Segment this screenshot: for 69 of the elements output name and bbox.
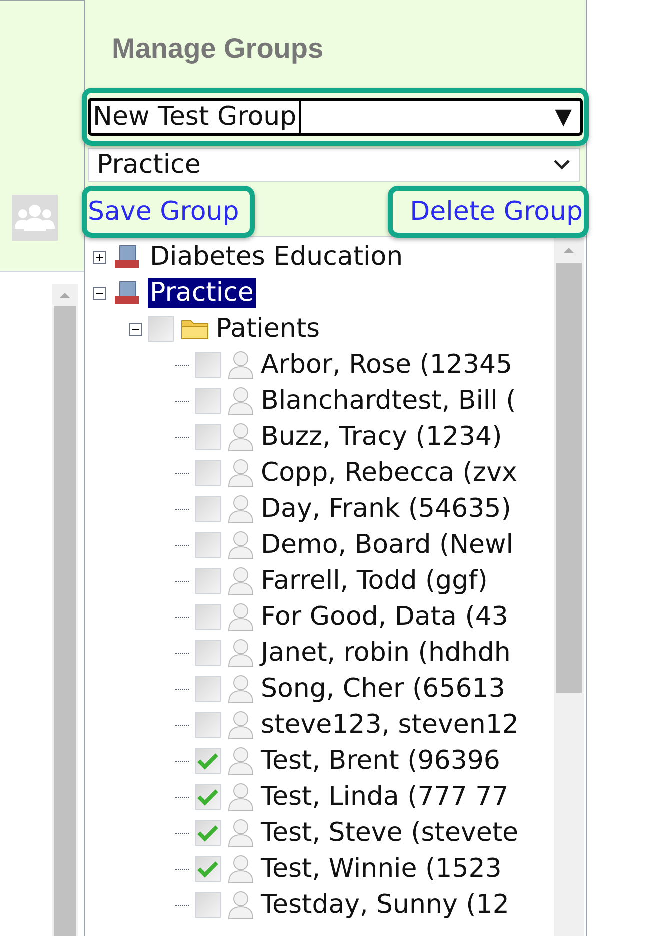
person-icon xyxy=(227,746,255,776)
dropdown-arrow-icon[interactable]: ▼ xyxy=(555,100,580,134)
tree-node[interactable]: Test, Linda (777 77 xyxy=(261,782,509,812)
building-icon xyxy=(112,280,142,306)
person-icon xyxy=(227,782,255,812)
checkbox[interactable] xyxy=(195,892,221,918)
building-icon xyxy=(112,244,142,270)
tree-node[interactable]: For Good, Data (43 xyxy=(261,602,508,632)
person-icon xyxy=(227,422,255,452)
tree-node[interactable]: Demo, Board (Newl xyxy=(261,530,514,560)
person-icon xyxy=(227,854,255,884)
person-icon xyxy=(227,386,255,416)
person-icon xyxy=(227,566,255,596)
tree-node[interactable]: Buzz, Tracy (1234) xyxy=(261,422,502,452)
person-icon xyxy=(227,494,255,524)
tree-node[interactable]: Test, Steve (stevete xyxy=(261,818,519,848)
group-icon[interactable] xyxy=(12,195,58,241)
checkbox[interactable] xyxy=(195,712,221,738)
checkbox[interactable] xyxy=(195,748,221,774)
checkbox[interactable] xyxy=(195,568,221,594)
person-icon xyxy=(227,638,255,668)
tree-node[interactable]: Janet, robin (hdhdh xyxy=(261,638,511,668)
tree-node[interactable]: Diabetes Education xyxy=(148,242,406,272)
checkbox[interactable] xyxy=(195,352,221,378)
chevron-down-icon xyxy=(553,159,571,171)
tree-node[interactable]: Day, Frank (54635) xyxy=(261,494,512,524)
collapse-icon[interactable] xyxy=(93,286,106,300)
person-icon xyxy=(227,602,255,632)
checkbox[interactable] xyxy=(195,388,221,414)
tree-node[interactable]: Testday, Sunny (12 xyxy=(261,890,510,920)
tree-node[interactable]: Arbor, Rose (12345 xyxy=(261,350,513,380)
tree-node[interactable]: Copp, Rebecca (zvx xyxy=(261,458,518,488)
checkbox[interactable] xyxy=(195,424,221,450)
person-icon xyxy=(227,710,255,740)
person-icon xyxy=(227,674,255,704)
collapse-icon[interactable] xyxy=(129,322,142,336)
practice-select[interactable]: Practice xyxy=(88,148,580,182)
tree-node[interactable]: Test, Brent (96396 xyxy=(261,746,500,776)
tree-node[interactable]: steve123, steven12 xyxy=(261,710,519,740)
expand-icon[interactable] xyxy=(93,250,106,264)
person-icon xyxy=(227,350,255,380)
scrollbar[interactable] xyxy=(52,284,78,936)
scroll-up-arrow-icon[interactable] xyxy=(58,290,72,300)
tree-node[interactable]: Song, Cher (65613 xyxy=(261,674,506,704)
group-combo[interactable]: New Test Group ▼ xyxy=(88,98,583,136)
person-icon xyxy=(227,818,255,848)
delete-group-link[interactable]: Delete Group xyxy=(394,196,583,228)
tree-node[interactable]: Practice xyxy=(148,278,256,308)
checkbox[interactable] xyxy=(195,496,221,522)
checkbox[interactable] xyxy=(195,640,221,666)
tree-node[interactable]: Patients xyxy=(216,314,320,344)
checkbox[interactable] xyxy=(195,820,221,846)
person-icon xyxy=(227,530,255,560)
tree-node[interactable]: Blanchardtest, Bill ( xyxy=(261,386,516,416)
person-icon xyxy=(227,458,255,488)
checkbox[interactable] xyxy=(195,856,221,882)
scrollbar[interactable] xyxy=(554,237,584,936)
person-icon xyxy=(227,890,255,920)
checkbox[interactable] xyxy=(195,784,221,810)
scroll-up-arrow-icon[interactable] xyxy=(562,245,576,255)
panel-title: Manage Groups xyxy=(111,32,325,66)
save-group-link[interactable]: Save Group xyxy=(88,196,250,228)
checkbox[interactable] xyxy=(195,676,221,702)
tree-node[interactable]: Test, Winnie (1523 xyxy=(261,854,502,884)
checkbox[interactable] xyxy=(195,604,221,630)
tree-node[interactable]: Farrell, Todd (ggf) xyxy=(261,566,488,596)
checkbox[interactable] xyxy=(195,460,221,486)
checkbox[interactable] xyxy=(148,316,174,342)
checkbox[interactable] xyxy=(195,532,221,558)
